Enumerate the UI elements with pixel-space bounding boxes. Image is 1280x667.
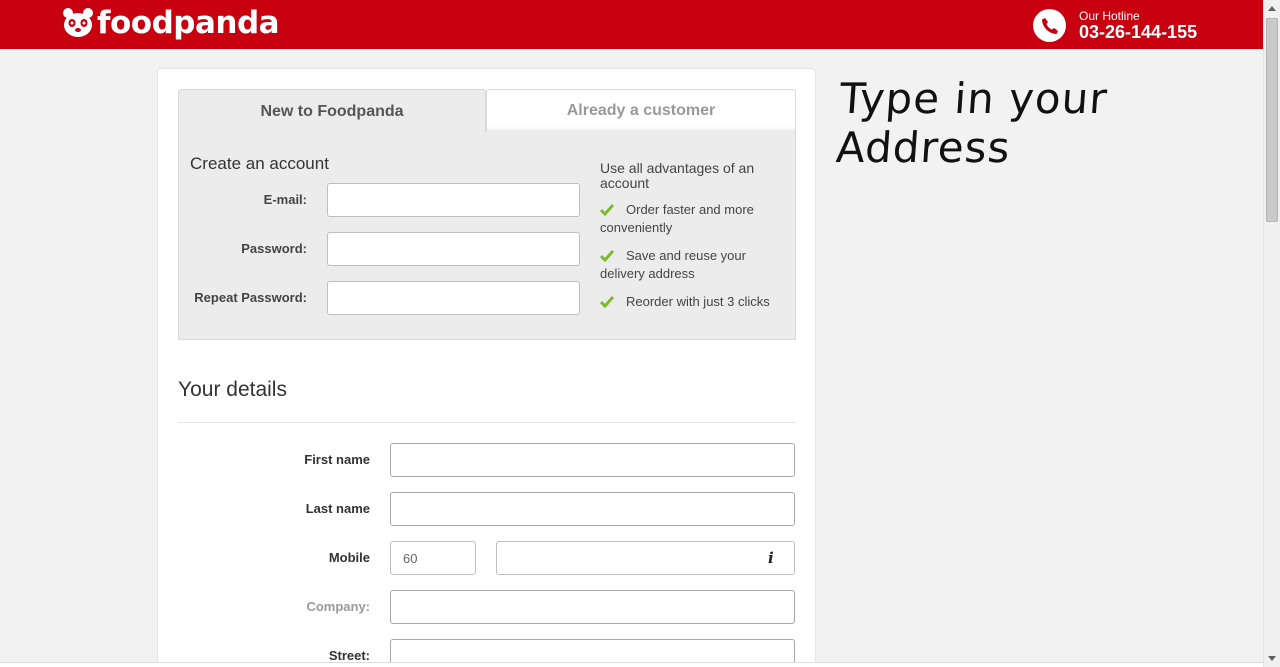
company-row: Company:: [178, 590, 796, 624]
first-name-field[interactable]: [390, 443, 795, 477]
mobile-label: Mobile: [328, 550, 370, 565]
advantage-text: Save and reuse your delivery address: [600, 248, 746, 281]
tab-new-customer[interactable]: New to Foodpanda: [178, 89, 486, 133]
create-account-panel: Create an account E-mail: Password: Repe…: [178, 132, 796, 340]
last-name-row: Last name: [178, 492, 796, 526]
last-name-label: Last name: [305, 501, 370, 516]
advantages-heading: Use all advantages of an account: [600, 160, 755, 191]
scroll-up-arrow-icon[interactable]: [1264, 0, 1280, 17]
street-label: Street:: [328, 648, 370, 663]
address-annotation: Type in your Address: [834, 74, 1110, 172]
panda-logo-icon: [62, 7, 94, 39]
last-name-field[interactable]: [390, 492, 795, 526]
advantage-item: Order faster and more conveniently: [599, 201, 790, 237]
hotline-label: Our Hotline: [1079, 9, 1140, 23]
repeat-password-label: Repeat Password:: [194, 290, 307, 305]
password-field[interactable]: [327, 232, 580, 266]
password-row: Password:: [179, 232, 581, 266]
hotline-number: 03-26-144-155: [1079, 22, 1198, 42]
email-label: E-mail:: [263, 192, 307, 207]
header-bar: foodpanda Our Hotline 03-26-144-155: [0, 0, 1263, 49]
check-icon: [599, 203, 615, 217]
advantage-item: Reorder with just 3 clicks: [599, 293, 790, 311]
advantage-item: Save and reuse your delivery address: [599, 247, 790, 283]
foodpanda-logo[interactable]: foodpanda: [62, 5, 280, 41]
repeat-password-row: Repeat Password:: [179, 281, 581, 315]
advantage-text: Order faster and more conveniently: [600, 202, 754, 235]
customer-tabs: New to Foodpanda Already a customer: [178, 89, 796, 133]
brand-name: foodpanda: [97, 5, 280, 41]
info-icon[interactable]: i: [768, 549, 774, 567]
email-field[interactable]: [327, 183, 580, 217]
first-name-label: First name: [304, 452, 370, 467]
bottom-strip: [0, 662, 1263, 667]
check-icon: [599, 249, 615, 263]
create-account-title: Create an account: [190, 154, 329, 173]
email-row: E-mail:: [179, 183, 581, 217]
account-advantages: Use all advantages of an account Order f…: [599, 160, 790, 311]
tab-existing-customer[interactable]: Already a customer: [486, 89, 796, 133]
first-name-row: First name: [178, 443, 796, 477]
advantage-text: Reorder with just 3 clicks: [626, 294, 770, 309]
your-details-title: Your details: [178, 378, 287, 401]
signup-card: New to Foodpanda Already a customer Crea…: [157, 68, 816, 667]
password-label: Password:: [241, 241, 307, 256]
mobile-prefix-field[interactable]: [390, 541, 476, 575]
mobile-row: Mobile i: [178, 541, 796, 575]
company-field[interactable]: [390, 590, 795, 624]
mobile-number-field[interactable]: [496, 541, 795, 575]
scroll-down-arrow-icon[interactable]: [1264, 650, 1280, 667]
section-divider: [178, 422, 796, 423]
company-label: Company:: [306, 599, 370, 614]
repeat-password-field[interactable]: [327, 281, 580, 315]
phone-icon: [1033, 9, 1066, 42]
hotline: Our Hotline 03-26-144-155: [1033, 9, 1197, 42]
check-icon: [599, 295, 615, 309]
